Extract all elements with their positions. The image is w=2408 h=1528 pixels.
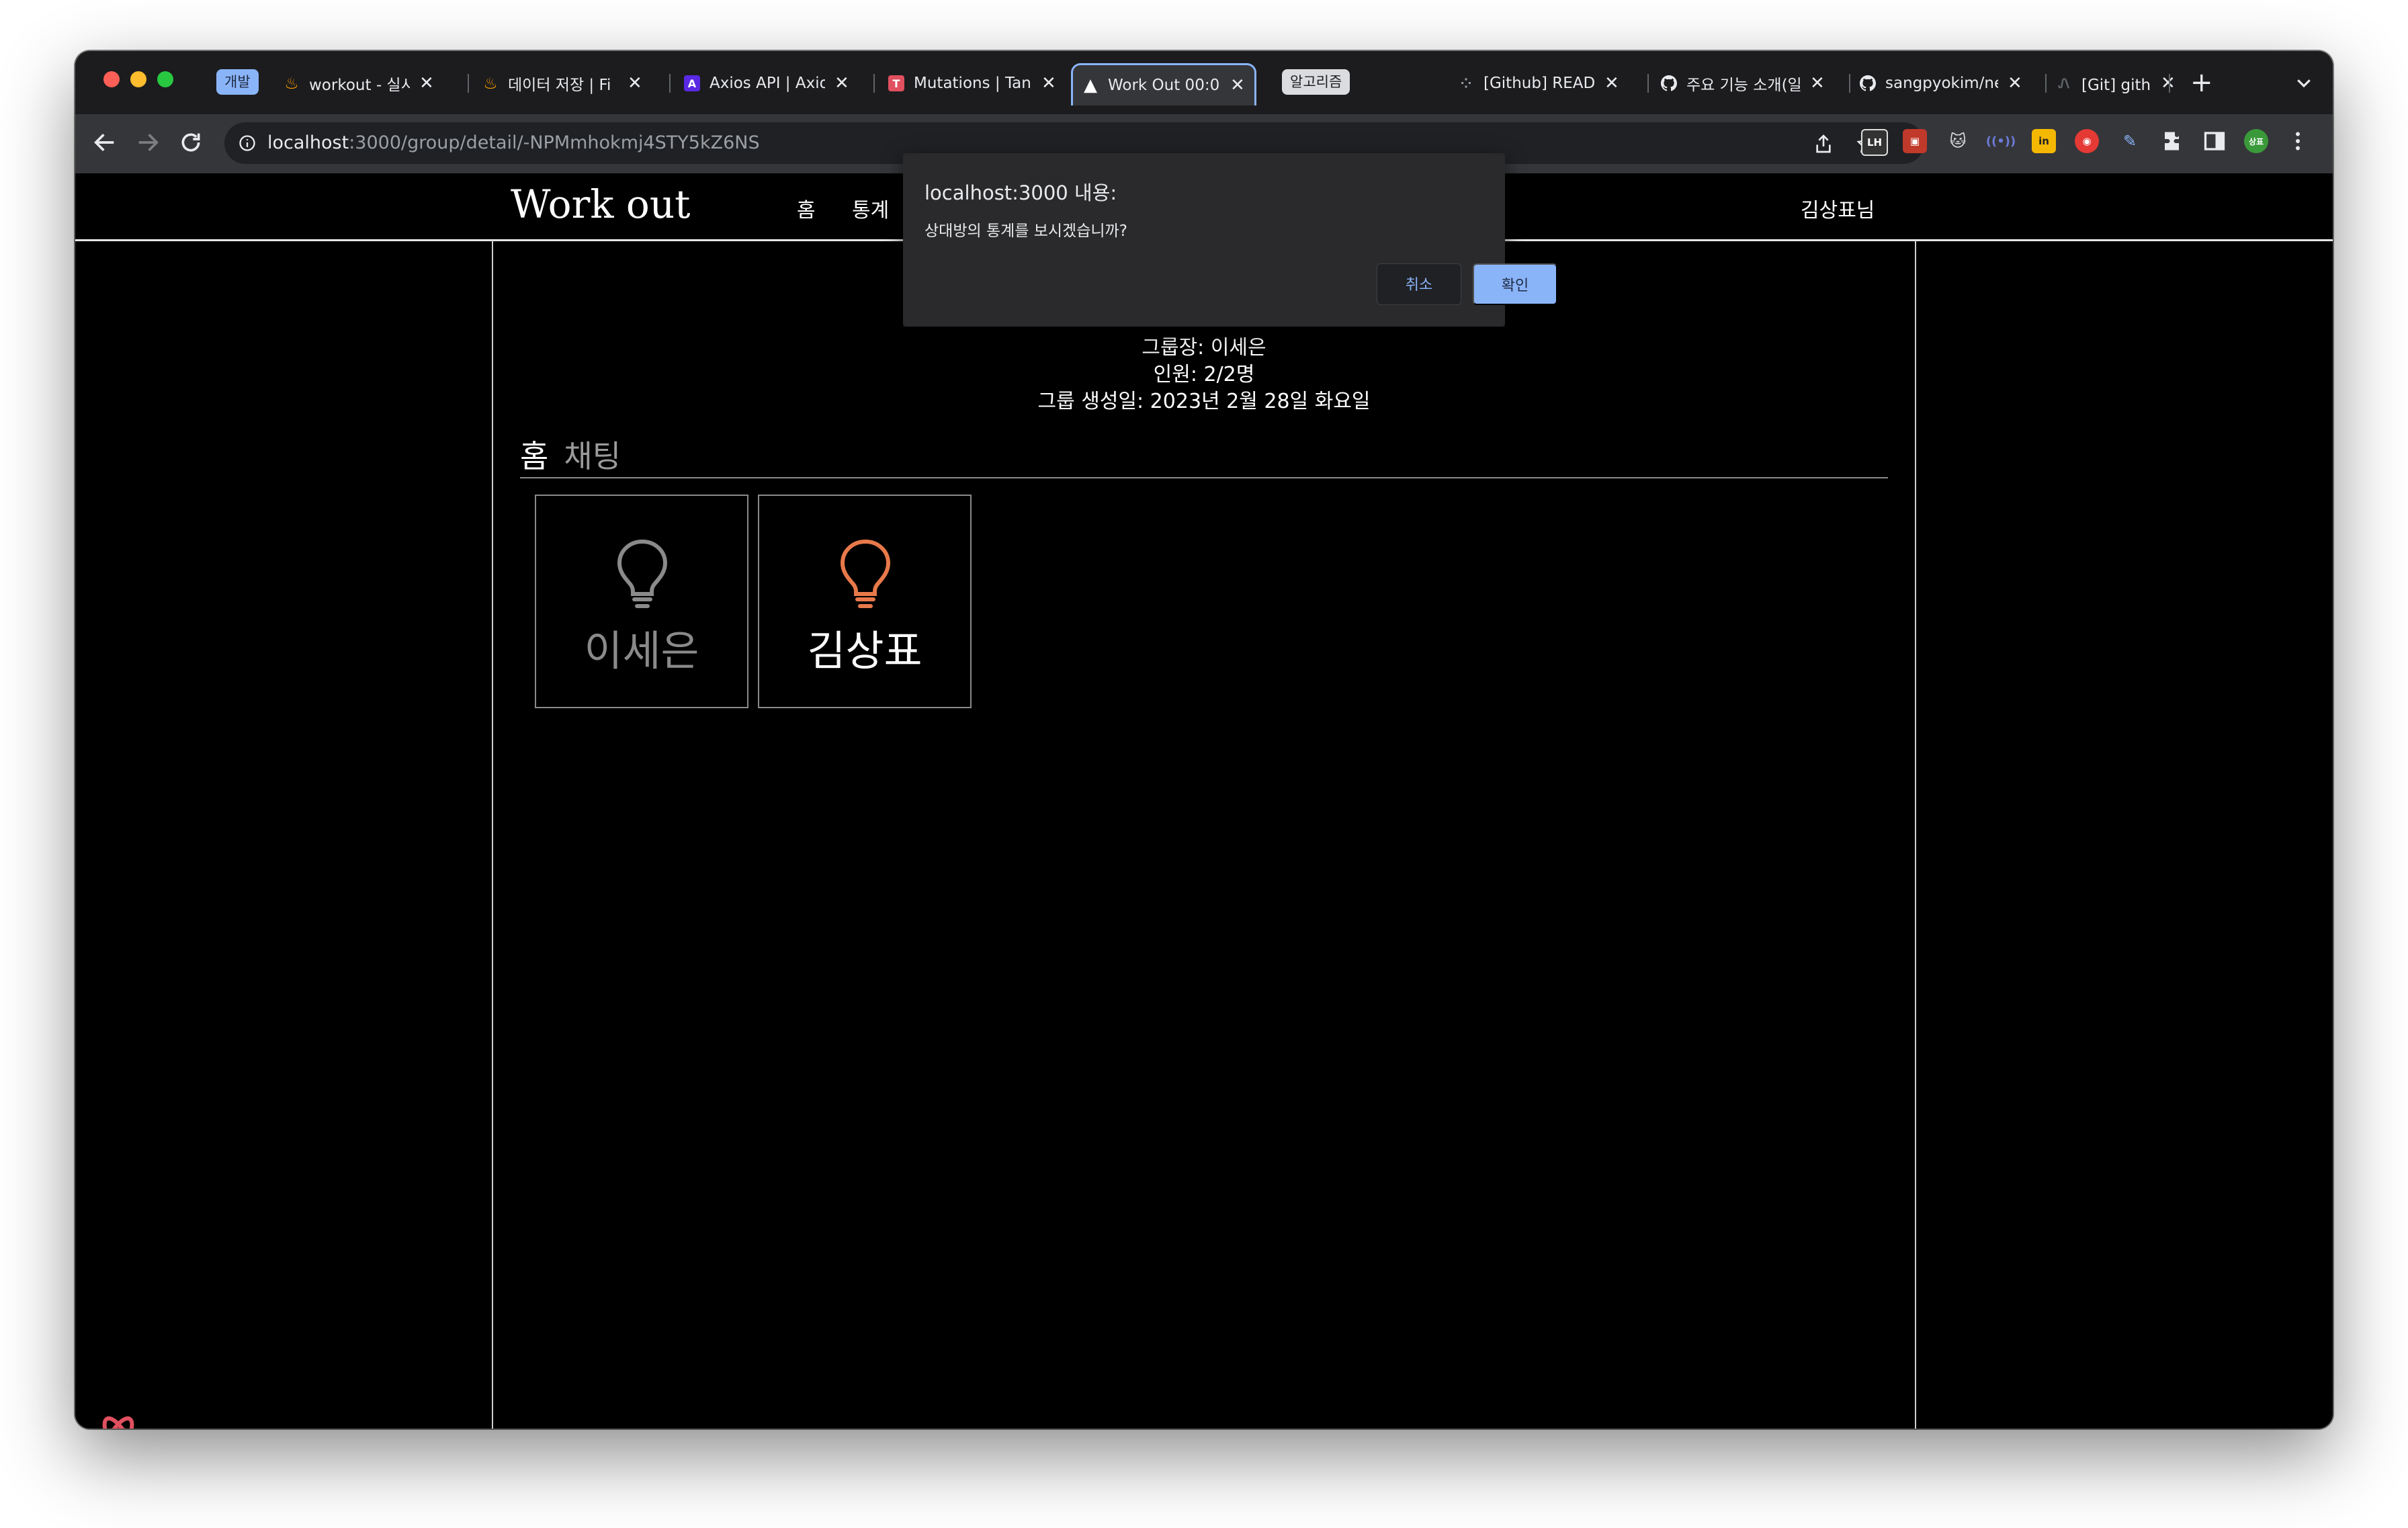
member-card-online[interactable]: 김상표 <box>758 495 972 708</box>
vercel-icon: ▲ <box>1084 75 1097 95</box>
tab-separator <box>1849 74 1850 93</box>
firebase-icon: ♨ <box>483 74 498 93</box>
tab-axios[interactable]: A Axios API | Axio ✕ <box>684 66 849 101</box>
tab-title: Work Out 00:0 <box>1108 77 1220 94</box>
tab-title: [Git] github 위 <box>2081 77 2151 94</box>
url-path: :3000/group/detail/-NPMmhokmj4STY5kZ6NS <box>349 132 760 153</box>
extension-cat-icon[interactable]: 🐱 <box>1946 129 1970 153</box>
github-icon <box>1661 75 1677 91</box>
extension-shield-icon[interactable]: ◉ <box>2075 129 2099 153</box>
tab-firebase-data[interactable]: ♨ 데이터 저장 | Fi ✕ <box>482 66 642 101</box>
group-member-count: 인원: 2/2명 <box>1153 363 1255 386</box>
member-name: 김상표 <box>807 626 922 675</box>
tab-home[interactable]: 홈 <box>520 438 548 474</box>
velog-icon: ⁘ <box>1460 75 1472 91</box>
tab-title: Axios API | Axio <box>710 75 825 92</box>
blog-icon: Ꮑ <box>2058 75 2070 91</box>
tab-tanstack[interactable]: T Mutations | Tan ✕ <box>888 66 1056 101</box>
tab-workout-active[interactable]: ▲ Work Out 00:0 ✕ <box>1071 63 1256 105</box>
tab-title: 데이터 저장 | Fi <box>508 77 611 94</box>
dialog-message: 상대방의 통계를 보시겠습니까? <box>924 222 1127 240</box>
tab-feature-intro[interactable]: 주요 기능 소개(일 ✕ <box>1661 66 1825 101</box>
member-card-offline[interactable]: 이세은 <box>535 495 748 708</box>
tab-chat[interactable]: 채팅 <box>564 438 621 474</box>
nav-home-link[interactable]: 홈 <box>797 194 816 223</box>
lightbulb-icon <box>617 539 668 608</box>
extension-lighthouse-icon[interactable]: LH <box>1861 129 1888 156</box>
side-panel-icon[interactable] <box>2202 129 2227 153</box>
tab-workout-firebase[interactable]: ♨ workout - 실시간 ✕ <box>284 66 434 101</box>
extension-pen-icon[interactable]: ✎ <box>2118 129 2142 153</box>
github-icon <box>1860 75 1876 91</box>
web-page: Work out 홈 통계 그룹 김상표님 그룹장: 이세은 인원: 2/2명 … <box>75 173 2333 1429</box>
share-icon[interactable] <box>1813 133 1834 155</box>
tab-github-readme[interactable]: ⁘ [Github] READ ✕ <box>1458 66 1619 101</box>
profile-avatar[interactable]: 상표 <box>2244 129 2268 153</box>
tab-group-dev[interactable]: 개발 <box>216 69 259 95</box>
tab-git-blog[interactable]: Ꮑ [Git] github 위 ✕ <box>2056 66 2176 101</box>
maximize-window-button[interactable] <box>157 71 173 87</box>
close-window-button[interactable] <box>103 71 120 87</box>
forward-arrow-icon[interactable] <box>134 129 161 156</box>
more-menu-icon[interactable] <box>2286 129 2310 153</box>
url-text[interactable]: localhost:3000/group/detail/-NPMmhokmj4S… <box>267 122 760 164</box>
extension-waves-icon[interactable]: ((•)) <box>1986 129 2016 153</box>
puzzle-extensions-icon[interactable] <box>2161 129 2185 153</box>
tab-title: workout - 실시간 <box>309 77 410 94</box>
tab-group-algorithm[interactable]: 알고리즘 <box>1282 69 1350 95</box>
browser-window: 개발 ♨ workout - 실시간 ✕ ♨ 데이터 저장 | Fi ✕ A A… <box>75 51 2333 1429</box>
tab-separator <box>2045 74 2047 93</box>
extension-red-icon[interactable]: ▣ <box>1903 129 1927 153</box>
close-icon[interactable]: ✕ <box>1230 75 1245 95</box>
section-tabs: 홈 채팅 <box>520 432 633 476</box>
group-leader: 그룹장: 이세은 <box>1142 336 1266 359</box>
axios-icon: A <box>684 75 700 91</box>
confirm-dialog: localhost:3000 내용: 상대방의 통계를 보시겠습니까? 취소 확… <box>903 153 1557 327</box>
new-tab-button[interactable]: + <box>2190 67 2213 98</box>
tab-separator <box>873 74 875 93</box>
tanstack-icon: T <box>888 75 904 91</box>
dialog-title: localhost:3000 내용: <box>924 181 1117 204</box>
extension-yellow-icon[interactable]: in <box>2032 129 2056 153</box>
close-icon[interactable]: ✕ <box>2008 73 2022 93</box>
tab-title: [Github] READ <box>1484 75 1595 92</box>
tab-title: Mutations | Tan <box>914 75 1031 92</box>
group-created-date: 그룹 생성일: 2023년 2월 28일 화요일 <box>1037 390 1371 413</box>
tab-separator <box>1647 74 1649 93</box>
site-info-icon[interactable] <box>238 134 257 153</box>
close-icon[interactable]: ✕ <box>2161 73 2176 93</box>
tab-separator <box>669 74 671 93</box>
group-info: 그룹장: 이세은 인원: 2/2명 그룹 생성일: 2023년 2월 28일 화… <box>493 335 1915 415</box>
back-arrow-icon[interactable] <box>91 129 118 156</box>
tab-strip: 개발 ♨ workout - 실시간 ✕ ♨ 데이터 저장 | Fi ✕ A A… <box>75 51 2333 114</box>
close-icon[interactable]: ✕ <box>419 73 434 93</box>
tab-separator <box>2169 74 2170 93</box>
reload-icon[interactable] <box>177 129 204 156</box>
user-name[interactable]: 김상표님 <box>1801 194 1875 223</box>
url-host: localhost <box>267 132 349 153</box>
close-icon[interactable]: ✕ <box>1810 73 1825 93</box>
close-icon[interactable]: ✕ <box>1604 73 1619 93</box>
ok-button[interactable]: 확인 <box>1473 263 1557 305</box>
close-icon[interactable]: ✕ <box>834 73 849 93</box>
site-logo[interactable]: Work out <box>511 181 691 227</box>
tab-title: 주요 기능 소개(일 <box>1686 77 1801 94</box>
lightbulb-icon <box>840 539 891 608</box>
nav-stats-link[interactable]: 통계 <box>852 194 889 223</box>
main-content: 그룹장: 이세은 인원: 2/2명 그룹 생성일: 2023년 2월 28일 화… <box>492 241 1916 1429</box>
firebase-icon: ♨ <box>284 74 299 93</box>
tab-title: sangpyokim/ne <box>1885 75 1998 92</box>
close-icon[interactable]: ✕ <box>628 73 642 93</box>
cancel-button[interactable]: 취소 <box>1377 263 1461 305</box>
member-name: 이세은 <box>584 626 699 675</box>
minimize-window-button[interactable] <box>130 71 146 87</box>
close-icon[interactable]: ✕ <box>1041 73 1056 93</box>
react-query-devtools-icon[interactable] <box>91 1412 145 1429</box>
tab-separator <box>468 74 469 93</box>
section-divider <box>520 477 1888 478</box>
chevron-down-icon[interactable] <box>2294 73 2314 93</box>
tab-github-repo[interactable]: sangpyokim/ne ✕ <box>1860 66 2022 101</box>
